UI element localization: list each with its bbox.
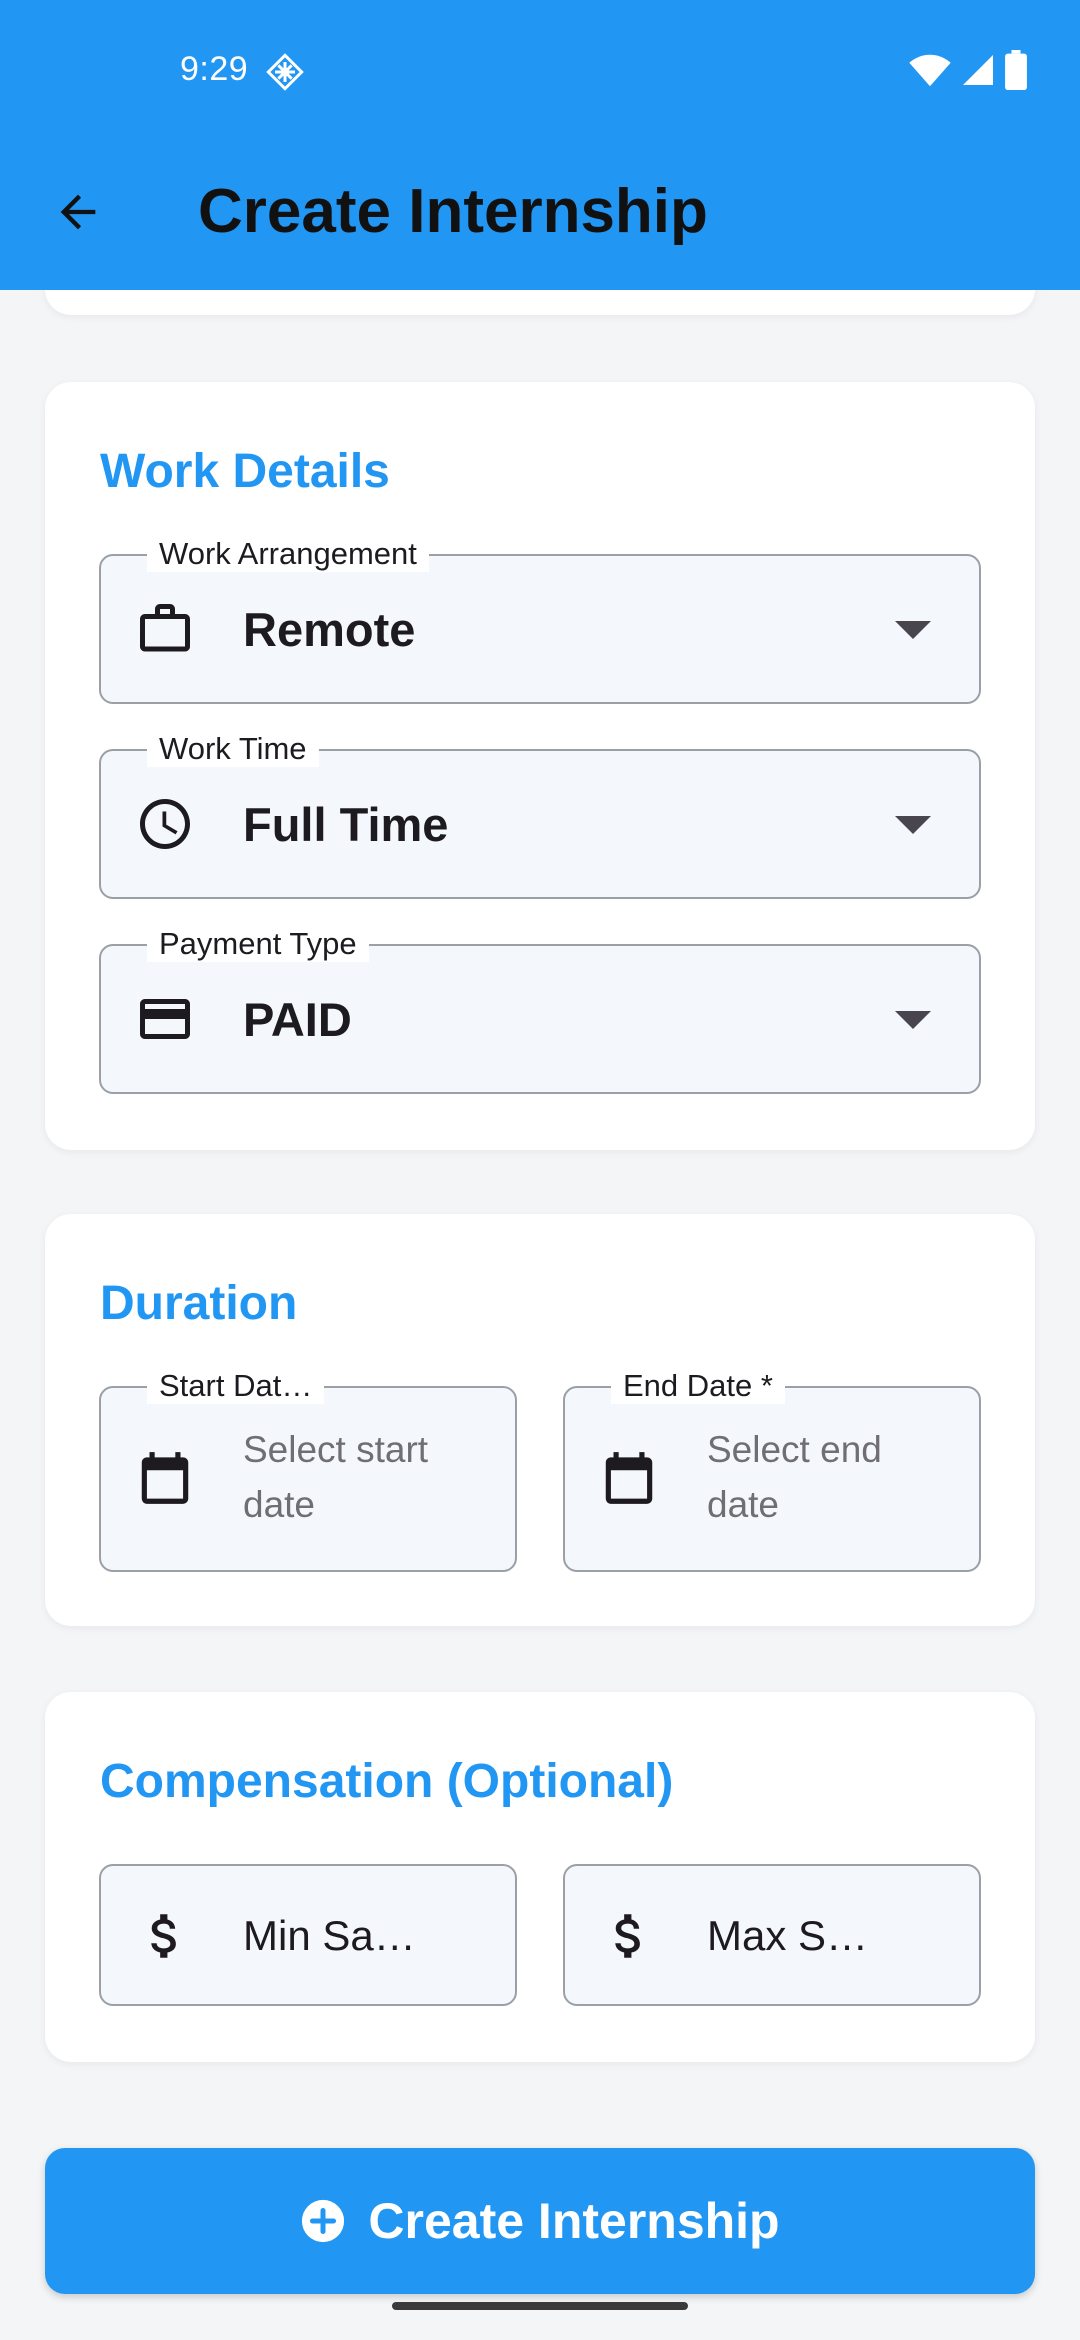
min-salary-input[interactable]: Min Sa…: [99, 1864, 517, 2006]
start-date-placeholder: Select start date: [243, 1429, 429, 1525]
credit-card-icon: [133, 987, 197, 1051]
create-internship-button[interactable]: Create Internship: [45, 2148, 1035, 2294]
notification-icon: [266, 53, 304, 91]
dollar-icon: [597, 1904, 661, 1968]
end-date-label: End Date *: [611, 1368, 785, 1404]
duration-card: Duration Start Dat… Select start date En…: [45, 1214, 1035, 1626]
add-circle-icon: [302, 2199, 345, 2243]
battery-icon: [1005, 50, 1027, 90]
dropdown-arrow-icon: [895, 621, 931, 639]
work-time-value: Full Time: [243, 798, 449, 851]
min-salary-placeholder: Min Sa…: [243, 1912, 416, 1959]
wifi-icon: [909, 54, 951, 87]
payment-type-label: Payment Type: [147, 926, 369, 962]
signal-icon: [963, 55, 993, 85]
calendar-icon: [133, 1446, 197, 1510]
app-bar: 9:29 Create Internship: [0, 0, 1080, 290]
end-date-placeholder: Select end date: [707, 1429, 882, 1525]
clock-icon: [133, 792, 197, 856]
dollar-icon: [133, 1904, 197, 1968]
dropdown-arrow-icon: [895, 816, 931, 834]
section-title-duration: Duration: [100, 1277, 298, 1330]
start-date-field[interactable]: Start Dat… Select start date: [99, 1368, 517, 1572]
work-time-dropdown[interactable]: Work Time Full Time: [99, 731, 981, 899]
arrow-back-icon: [60, 194, 96, 230]
work-time-label: Work Time: [147, 731, 319, 767]
compensation-card: Compensation (Optional) Min Sa… Max S…: [45, 1692, 1035, 2062]
payment-type-dropdown[interactable]: Payment Type PAID: [99, 926, 981, 1094]
start-date-label: Start Dat…: [147, 1368, 325, 1404]
end-date-field[interactable]: End Date * Select end date: [563, 1368, 981, 1572]
home-indicator[interactable]: [392, 2302, 688, 2310]
back-button[interactable]: [38, 172, 118, 252]
briefcase-icon: [133, 597, 197, 661]
section-title-work-details: Work Details: [100, 445, 390, 498]
dropdown-arrow-icon: [895, 1011, 931, 1029]
max-salary-input[interactable]: Max S…: [563, 1864, 981, 2006]
section-title-compensation: Compensation (Optional): [100, 1755, 674, 1808]
work-arrangement-value: Remote: [243, 603, 416, 656]
calendar-icon: [597, 1446, 661, 1510]
page-title: Create Internship: [198, 177, 708, 246]
work-arrangement-dropdown[interactable]: Work Arrangement Remote: [99, 536, 981, 704]
status-icons: [908, 50, 1028, 90]
work-details-card: Work Details Work Arrangement Remote Wor…: [45, 382, 1035, 1150]
work-arrangement-label: Work Arrangement: [147, 536, 429, 572]
status-time: 9:29: [180, 50, 249, 88]
create-internship-button-label: Create Internship: [368, 2193, 780, 2249]
max-salary-placeholder: Max S…: [707, 1912, 869, 1959]
payment-type-value: PAID: [243, 993, 352, 1046]
